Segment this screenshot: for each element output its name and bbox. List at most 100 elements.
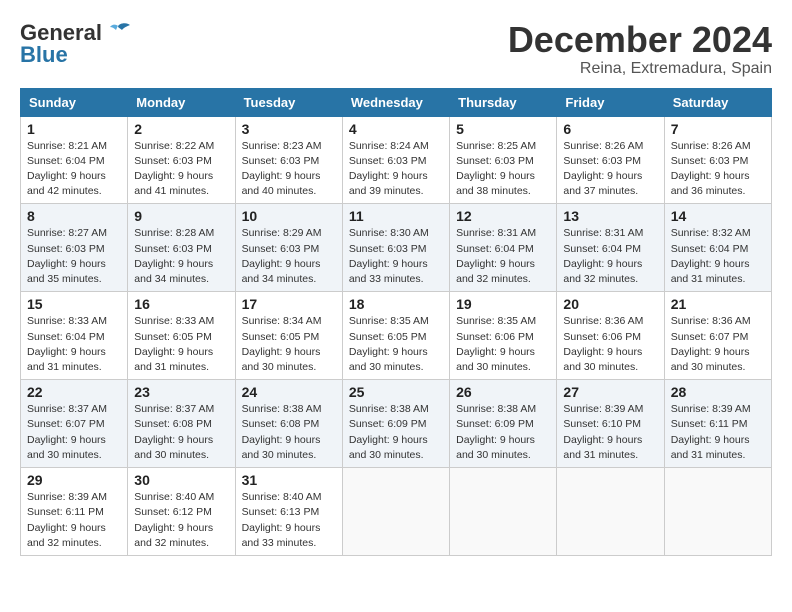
day-info: Sunrise: 8:26 AM Sunset: 6:03 PM Dayligh…	[563, 139, 657, 200]
month-title: December 2024	[508, 20, 772, 60]
day-number: 1	[27, 121, 121, 137]
day-info: Sunrise: 8:36 AM Sunset: 6:06 PM Dayligh…	[563, 314, 657, 375]
day-number: 18	[349, 296, 443, 312]
day-number: 14	[671, 208, 765, 224]
day-info: Sunrise: 8:40 AM Sunset: 6:13 PM Dayligh…	[242, 490, 336, 551]
col-tuesday: Tuesday	[235, 88, 342, 116]
table-row: 13 Sunrise: 8:31 AM Sunset: 6:04 PM Dayli…	[557, 204, 664, 292]
table-row: 31 Sunrise: 8:40 AM Sunset: 6:13 PM Dayli…	[235, 468, 342, 556]
day-info: Sunrise: 8:39 AM Sunset: 6:10 PM Dayligh…	[563, 402, 657, 463]
logo: General Blue	[20, 20, 132, 68]
table-row	[557, 468, 664, 556]
day-info: Sunrise: 8:39 AM Sunset: 6:11 PM Dayligh…	[27, 490, 121, 551]
day-number: 23	[134, 384, 228, 400]
day-number: 28	[671, 384, 765, 400]
week-row-4: 22Sunrise: 8:37 AM Sunset: 6:07 PM Dayli…	[21, 380, 772, 468]
table-row: 16Sunrise: 8:33 AM Sunset: 6:05 PM Dayli…	[128, 292, 235, 380]
day-number: 25	[349, 384, 443, 400]
day-info: Sunrise: 8:39 AM Sunset: 6:11 PM Dayligh…	[671, 402, 765, 463]
day-info: Sunrise: 8:30 AM Sunset: 6:03 PM Dayligh…	[349, 226, 443, 287]
table-row: 26Sunrise: 8:38 AM Sunset: 6:09 PM Dayli…	[450, 380, 557, 468]
day-info: Sunrise: 8:24 AM Sunset: 6:03 PM Dayligh…	[349, 139, 443, 200]
location-subtitle: Reina, Extremadura, Spain	[508, 60, 772, 78]
day-number: 17	[242, 296, 336, 312]
day-number: 12	[456, 208, 550, 224]
week-row-2: 8 Sunrise: 8:27 AM Sunset: 6:03 PM Daylig…	[21, 204, 772, 292]
col-saturday: Saturday	[664, 88, 771, 116]
table-row: 5 Sunrise: 8:25 AM Sunset: 6:03 PM Daylig…	[450, 116, 557, 204]
table-row: 22Sunrise: 8:37 AM Sunset: 6:07 PM Dayli…	[21, 380, 128, 468]
day-number: 13	[563, 208, 657, 224]
day-number: 27	[563, 384, 657, 400]
day-info: Sunrise: 8:38 AM Sunset: 6:08 PM Dayligh…	[242, 402, 336, 463]
title-block: December 2024 Reina, Extremadura, Spain	[508, 20, 772, 78]
day-number: 11	[349, 208, 443, 224]
table-row	[450, 468, 557, 556]
table-row: 6Sunrise: 8:26 AM Sunset: 6:03 PM Daylig…	[557, 116, 664, 204]
day-info: Sunrise: 8:28 AM Sunset: 6:03 PM Dayligh…	[134, 226, 228, 287]
day-number: 30	[134, 472, 228, 488]
col-monday: Monday	[128, 88, 235, 116]
week-row-5: 29 Sunrise: 8:39 AM Sunset: 6:11 PM Dayli…	[21, 468, 772, 556]
logo-bird-icon	[104, 22, 132, 44]
day-info: Sunrise: 8:37 AM Sunset: 6:08 PM Dayligh…	[134, 402, 228, 463]
day-number: 21	[671, 296, 765, 312]
col-friday: Friday	[557, 88, 664, 116]
table-row: 25 Sunrise: 8:38 AM Sunset: 6:09 PM Dayli…	[342, 380, 449, 468]
table-row	[342, 468, 449, 556]
day-info: Sunrise: 8:31 AM Sunset: 6:04 PM Dayligh…	[563, 226, 657, 287]
week-row-3: 15 Sunrise: 8:33 AM Sunset: 6:04 PM Dayli…	[21, 292, 772, 380]
day-number: 4	[349, 121, 443, 137]
day-number: 29	[27, 472, 121, 488]
table-row: 27 Sunrise: 8:39 AM Sunset: 6:10 PM Dayli…	[557, 380, 664, 468]
day-number: 2	[134, 121, 228, 137]
day-info: Sunrise: 8:26 AM Sunset: 6:03 PM Dayligh…	[671, 139, 765, 200]
calendar-header-row: Sunday Monday Tuesday Wednesday Thursday…	[21, 88, 772, 116]
table-row: 17 Sunrise: 8:34 AM Sunset: 6:05 PM Dayli…	[235, 292, 342, 380]
table-row: 4 Sunrise: 8:24 AM Sunset: 6:03 PM Daylig…	[342, 116, 449, 204]
table-row	[664, 468, 771, 556]
day-number: 15	[27, 296, 121, 312]
table-row: 1 Sunrise: 8:21 AM Sunset: 6:04 PM Daylig…	[21, 116, 128, 204]
calendar-table: Sunday Monday Tuesday Wednesday Thursday…	[20, 88, 772, 556]
col-thursday: Thursday	[450, 88, 557, 116]
table-row: 30Sunrise: 8:40 AM Sunset: 6:12 PM Dayli…	[128, 468, 235, 556]
table-row: 18 Sunrise: 8:35 AM Sunset: 6:05 PM Dayli…	[342, 292, 449, 380]
day-info: Sunrise: 8:34 AM Sunset: 6:05 PM Dayligh…	[242, 314, 336, 375]
day-info: Sunrise: 8:35 AM Sunset: 6:06 PM Dayligh…	[456, 314, 550, 375]
day-info: Sunrise: 8:23 AM Sunset: 6:03 PM Dayligh…	[242, 139, 336, 200]
day-info: Sunrise: 8:22 AM Sunset: 6:03 PM Dayligh…	[134, 139, 228, 200]
day-number: 5	[456, 121, 550, 137]
day-info: Sunrise: 8:27 AM Sunset: 6:03 PM Dayligh…	[27, 226, 121, 287]
table-row: 19 Sunrise: 8:35 AM Sunset: 6:06 PM Dayli…	[450, 292, 557, 380]
table-row: 28 Sunrise: 8:39 AM Sunset: 6:11 PM Dayli…	[664, 380, 771, 468]
table-row: 3Sunrise: 8:23 AM Sunset: 6:03 PM Daylig…	[235, 116, 342, 204]
day-number: 20	[563, 296, 657, 312]
table-row: 8 Sunrise: 8:27 AM Sunset: 6:03 PM Daylig…	[21, 204, 128, 292]
day-info: Sunrise: 8:35 AM Sunset: 6:05 PM Dayligh…	[349, 314, 443, 375]
day-number: 31	[242, 472, 336, 488]
day-number: 10	[242, 208, 336, 224]
table-row: 9 Sunrise: 8:28 AM Sunset: 6:03 PM Daylig…	[128, 204, 235, 292]
col-wednesday: Wednesday	[342, 88, 449, 116]
day-number: 16	[134, 296, 228, 312]
table-row: 7Sunrise: 8:26 AM Sunset: 6:03 PM Daylig…	[664, 116, 771, 204]
day-info: Sunrise: 8:38 AM Sunset: 6:09 PM Dayligh…	[349, 402, 443, 463]
day-number: 8	[27, 208, 121, 224]
table-row: 21 Sunrise: 8:36 AM Sunset: 6:07 PM Dayli…	[664, 292, 771, 380]
day-number: 19	[456, 296, 550, 312]
table-row: 15 Sunrise: 8:33 AM Sunset: 6:04 PM Dayli…	[21, 292, 128, 380]
day-info: Sunrise: 8:25 AM Sunset: 6:03 PM Dayligh…	[456, 139, 550, 200]
day-number: 9	[134, 208, 228, 224]
table-row: 24 Sunrise: 8:38 AM Sunset: 6:08 PM Dayli…	[235, 380, 342, 468]
table-row: 29 Sunrise: 8:39 AM Sunset: 6:11 PM Dayli…	[21, 468, 128, 556]
table-row: 14Sunrise: 8:32 AM Sunset: 6:04 PM Dayli…	[664, 204, 771, 292]
day-number: 24	[242, 384, 336, 400]
day-info: Sunrise: 8:21 AM Sunset: 6:04 PM Dayligh…	[27, 139, 121, 200]
day-info: Sunrise: 8:33 AM Sunset: 6:04 PM Dayligh…	[27, 314, 121, 375]
header: General Blue December 2024 Reina, Extrem…	[20, 20, 772, 78]
day-info: Sunrise: 8:31 AM Sunset: 6:04 PM Dayligh…	[456, 226, 550, 287]
table-row: 2 Sunrise: 8:22 AM Sunset: 6:03 PM Daylig…	[128, 116, 235, 204]
day-info: Sunrise: 8:36 AM Sunset: 6:07 PM Dayligh…	[671, 314, 765, 375]
day-info: Sunrise: 8:29 AM Sunset: 6:03 PM Dayligh…	[242, 226, 336, 287]
